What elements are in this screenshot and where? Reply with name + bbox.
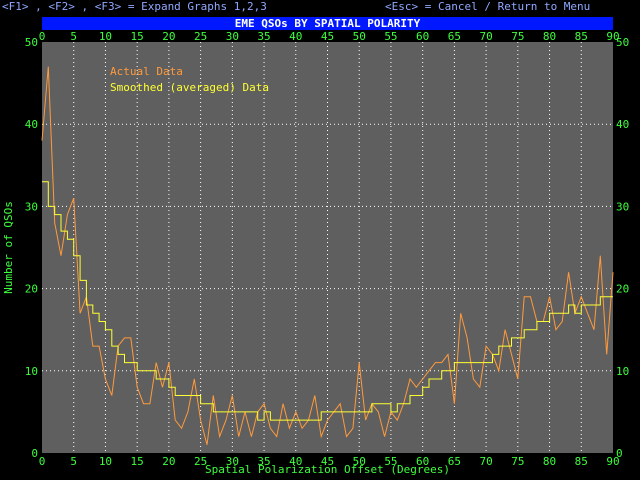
x-tick-label-top: 50 bbox=[353, 30, 366, 43]
x-tick-label-top: 55 bbox=[384, 30, 397, 43]
x-tick-label-top: 65 bbox=[448, 30, 461, 43]
x-tick-label-top: 80 bbox=[543, 30, 556, 43]
x-tick-label-bottom: 15 bbox=[131, 455, 144, 468]
plot-area bbox=[42, 42, 613, 453]
x-tick-label-top: 30 bbox=[226, 30, 239, 43]
x-axis-label: Spatial Polarization Offset (Degrees) bbox=[205, 463, 450, 476]
y-tick-label-right: 40 bbox=[616, 118, 629, 131]
y-tick-label-left: 10 bbox=[25, 365, 38, 378]
y-tick-label-right: 20 bbox=[616, 283, 629, 296]
x-tick-label-bottom: 75 bbox=[511, 455, 524, 468]
x-tick-label-top: 40 bbox=[289, 30, 302, 43]
y-tick-label-left: 20 bbox=[25, 283, 38, 296]
x-tick-label-top: 70 bbox=[479, 30, 492, 43]
y-tick-label-left: 50 bbox=[25, 36, 38, 49]
x-tick-label-bottom: 85 bbox=[575, 455, 588, 468]
x-tick-label-top: 5 bbox=[70, 30, 77, 43]
x-tick-label-top: 35 bbox=[257, 30, 270, 43]
x-tick-label-bottom: 10 bbox=[99, 455, 112, 468]
x-tick-label-bottom: 80 bbox=[543, 455, 556, 468]
y-axis-label: Number of QSOs bbox=[2, 201, 15, 294]
x-tick-label-top: 85 bbox=[575, 30, 588, 43]
x-tick-label-top: 75 bbox=[511, 30, 524, 43]
eme-qso-chart: 0055101015152020252530303535404045455050… bbox=[2, 30, 629, 476]
x-tick-label-top: 20 bbox=[162, 30, 175, 43]
x-tick-label-top: 15 bbox=[131, 30, 144, 43]
y-tick-label-right: 0 bbox=[616, 447, 623, 460]
y-tick-label-left: 0 bbox=[31, 447, 38, 460]
y-tick-label-left: 30 bbox=[25, 200, 38, 213]
x-tick-label-top: 10 bbox=[99, 30, 112, 43]
x-tick-label-top: 25 bbox=[194, 30, 207, 43]
x-tick-label-bottom: 70 bbox=[479, 455, 492, 468]
x-tick-label-top: 0 bbox=[39, 30, 46, 43]
y-tick-label-left: 40 bbox=[25, 118, 38, 131]
y-tick-label-right: 50 bbox=[616, 36, 629, 49]
x-tick-label-top: 60 bbox=[416, 30, 429, 43]
legend-actual-data: Actual Data bbox=[110, 65, 183, 78]
x-tick-label-bottom: 20 bbox=[162, 455, 175, 468]
x-tick-label-bottom: 5 bbox=[70, 455, 77, 468]
legend-smoothed-data: Smoothed (averaged) Data bbox=[110, 81, 269, 94]
y-tick-label-right: 10 bbox=[616, 365, 629, 378]
x-tick-label-top: 45 bbox=[321, 30, 334, 43]
x-tick-label-bottom: 0 bbox=[39, 455, 46, 468]
y-tick-label-right: 30 bbox=[616, 200, 629, 213]
